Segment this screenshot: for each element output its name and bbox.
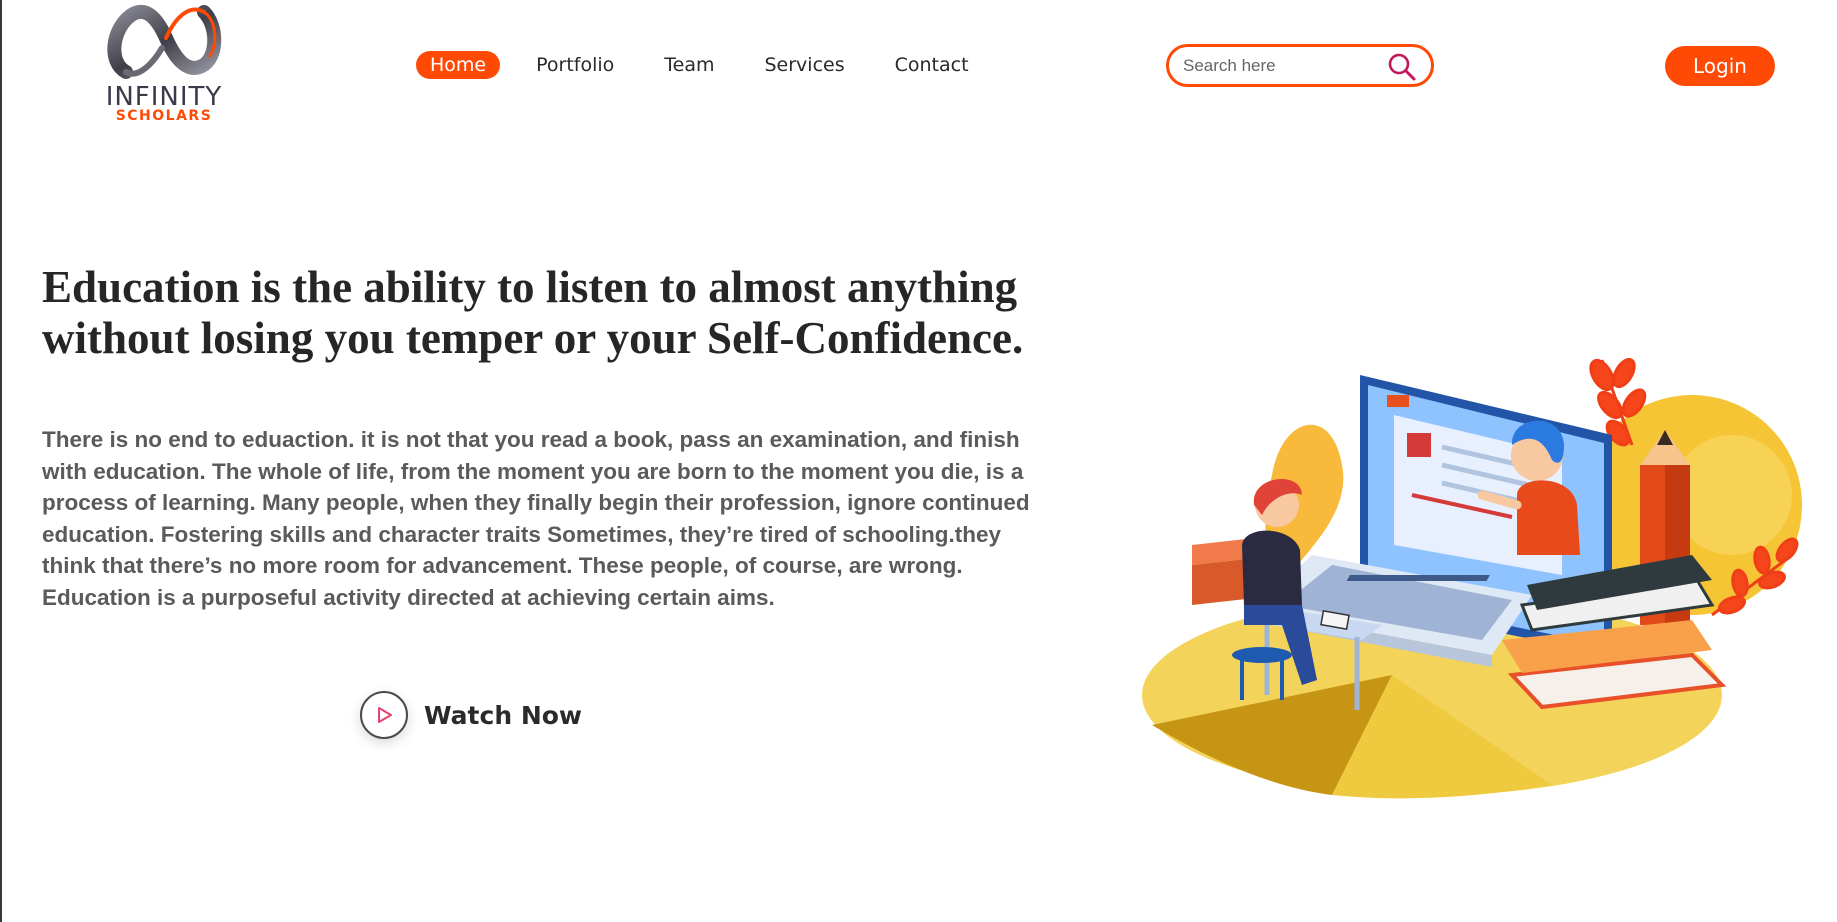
search-box bbox=[1166, 44, 1434, 87]
watch-now-label: Watch Now bbox=[424, 700, 583, 730]
nav-item-portfolio[interactable]: Portfolio bbox=[522, 51, 628, 79]
nav-item-home[interactable]: Home bbox=[416, 51, 501, 79]
online-learning-illustration bbox=[1142, 357, 1802, 799]
infinity-logo-icon bbox=[107, 4, 222, 79]
play-icon bbox=[378, 707, 392, 723]
watch-now-button[interactable]: Watch Now bbox=[360, 690, 582, 740]
hero-paragraph-line: education. Fostering skills and characte… bbox=[42, 521, 1001, 547]
search-icon[interactable] bbox=[1387, 52, 1417, 82]
hero-paragraph-line: think that there’s no more room for adva… bbox=[42, 553, 963, 578]
brand-subtitle: SCHOLARS bbox=[115, 108, 213, 124]
nav-item-services[interactable]: Services bbox=[751, 51, 859, 79]
hero-paragraph-line: Education is a purposeful activity direc… bbox=[42, 584, 775, 610]
main-nav: Home Portfolio Team Services Contact bbox=[416, 50, 1005, 80]
nav-item-team[interactable]: Team bbox=[650, 51, 728, 79]
page-frame: INFINITY SCHOLARS Home Portfolio Team Se… bbox=[0, 0, 1837, 922]
hero-paragraph-line: with education. The whole of life, from … bbox=[42, 458, 1024, 484]
nav-item-contact[interactable]: Contact bbox=[881, 51, 983, 79]
hero-headline-line-2: without losing you temper or your Self-C… bbox=[42, 313, 1024, 363]
login-button[interactable]: Login bbox=[1665, 46, 1775, 86]
hero-paragraph: There is no end to eduaction. it is not … bbox=[42, 424, 1052, 613]
search-input[interactable] bbox=[1183, 55, 1383, 77]
brand-logo[interactable]: INFINITY SCHOLARS bbox=[84, 2, 244, 124]
play-icon-circle[interactable] bbox=[360, 691, 408, 739]
hero-paragraph-line: There is no end to eduaction. it is not … bbox=[42, 427, 1020, 452]
hero-headline-line-1: Education is the ability to listen to al… bbox=[42, 262, 1018, 312]
hero-headline: Education is the ability to listen to al… bbox=[42, 262, 1042, 364]
hero-paragraph-line: process of learning. Many people, when t… bbox=[42, 490, 1030, 515]
